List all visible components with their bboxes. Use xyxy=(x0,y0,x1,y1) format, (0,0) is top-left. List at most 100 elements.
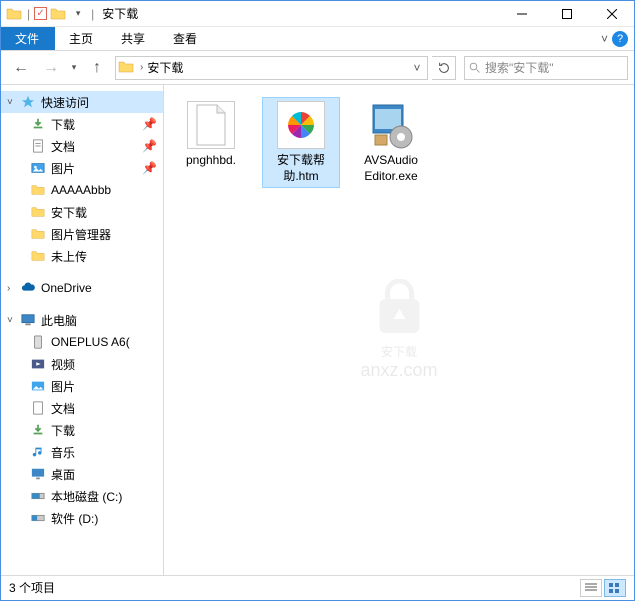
sidebar-this-pc[interactable]: ˅ 此电脑 xyxy=(1,309,163,331)
sidebar-label: 图片管理器 xyxy=(51,226,111,243)
sidebar-documents2[interactable]: 文档 xyxy=(1,397,163,419)
sidebar-documents[interactable]: 文档 📌 xyxy=(1,135,163,157)
file-label: pnghhbd. xyxy=(186,153,236,169)
tab-file[interactable]: 文件 xyxy=(1,27,55,50)
sidebar-label: AAAAAbbb xyxy=(51,183,111,197)
sidebar-downloads[interactable]: 下载 📌 xyxy=(1,113,163,135)
sidebar-label: 图片 xyxy=(51,378,75,395)
search-icon xyxy=(469,62,481,74)
tab-home[interactable]: 主页 xyxy=(55,27,107,50)
sidebar-pictures[interactable]: 图片 📌 xyxy=(1,157,163,179)
pin-icon: 📌 xyxy=(142,117,157,131)
file-thumb-blank xyxy=(187,101,235,149)
up-button[interactable]: ↑ xyxy=(83,55,111,81)
disk-icon xyxy=(29,509,47,527)
sidebar-folder-anxz[interactable]: 安下载 xyxy=(1,201,163,223)
file-item-png[interactable]: pnghhbd. xyxy=(172,97,250,173)
sidebar-folder-noupload[interactable]: 未上传 xyxy=(1,245,163,267)
sidebar-label: 桌面 xyxy=(51,466,75,483)
minimize-button[interactable] xyxy=(499,1,544,27)
sidebar-label: 文档 xyxy=(51,138,75,155)
sidebar-quick-access[interactable]: ˅ 快速访问 xyxy=(1,91,163,113)
document-icon xyxy=(29,137,47,155)
addr-dropdown-icon[interactable]: ˅ xyxy=(409,61,425,75)
sidebar-disk-c[interactable]: 本地磁盘 (C:) xyxy=(1,485,163,507)
sidebar-label: 下载 xyxy=(51,422,75,439)
ribbon: 文件 主页 共享 查看 ˅ ? xyxy=(1,27,634,51)
sidebar: ˅ 快速访问 下载 📌 文档 📌 图片 📌 AAAAAbbb 安下载 xyxy=(1,85,164,575)
status-item-count: 3 个项目 xyxy=(9,579,55,596)
sidebar-label: 此电脑 xyxy=(41,312,77,329)
main: ˅ 快速访问 下载 📌 文档 📌 图片 📌 AAAAAbbb 安下载 xyxy=(1,85,634,575)
file-label: 安下载帮助.htm xyxy=(277,153,325,184)
file-item-exe[interactable]: AVSAudioEditor.exe xyxy=(352,97,430,188)
sidebar-label: 安下载 xyxy=(51,204,87,221)
folder-icon xyxy=(29,225,47,243)
folder-icon xyxy=(5,5,23,23)
maximize-button[interactable] xyxy=(544,1,589,27)
sidebar-pictures2[interactable]: 图片 xyxy=(1,375,163,397)
back-button[interactable]: ← xyxy=(7,55,35,81)
checkbox-icon[interactable]: ✓ xyxy=(34,7,47,20)
download-icon xyxy=(29,421,47,439)
sidebar-desktop[interactable]: 桌面 xyxy=(1,463,163,485)
sidebar-downloads2[interactable]: 下载 xyxy=(1,419,163,441)
sidebar-label: OneDrive xyxy=(41,281,92,295)
document-icon xyxy=(29,399,47,417)
address-bar[interactable]: › 安下载 ˅ xyxy=(115,56,428,80)
close-button[interactable] xyxy=(589,1,634,27)
statusbar: 3 个项目 xyxy=(1,575,634,599)
addr-chevron-icon[interactable]: › xyxy=(140,62,143,73)
pin-icon: 📌 xyxy=(142,139,157,153)
help-icon[interactable]: ? xyxy=(612,31,628,47)
search-placeholder: 搜索"安下载" xyxy=(485,59,554,76)
file-label: AVSAudioEditor.exe xyxy=(364,153,418,184)
expand-icon[interactable]: › xyxy=(7,283,19,294)
address-segment[interactable]: 安下载 xyxy=(147,59,409,76)
window-title: 安下载 xyxy=(102,5,138,22)
sidebar-label: 视频 xyxy=(51,356,75,373)
tab-share[interactable]: 共享 xyxy=(107,27,159,50)
music-icon xyxy=(29,443,47,461)
folder-icon xyxy=(29,247,47,265)
qat-sep2: | xyxy=(91,7,94,21)
expand-icon[interactable]: ˅ xyxy=(7,315,19,326)
sidebar-label: ONEPLUS A6( xyxy=(51,335,130,349)
sidebar-folder-a[interactable]: AAAAAbbb xyxy=(1,179,163,201)
forward-button[interactable]: → xyxy=(37,55,65,81)
sidebar-onedrive[interactable]: › OneDrive xyxy=(1,277,163,299)
sidebar-music[interactable]: 音乐 xyxy=(1,441,163,463)
view-icons-button[interactable] xyxy=(604,579,626,597)
titlebar: | ✓ ▾ | 安下载 xyxy=(1,1,634,27)
video-icon xyxy=(29,355,47,373)
qat-dropdown-icon[interactable]: ▾ xyxy=(69,5,87,23)
sidebar-label: 文档 xyxy=(51,400,75,417)
folder-icon xyxy=(29,181,47,199)
sidebar-videos[interactable]: 视频 xyxy=(1,353,163,375)
navbar: ← → ▾ ↑ › 安下载 ˅ 搜索"安下载" xyxy=(1,51,634,85)
ribbon-expand-icon[interactable]: ˅ xyxy=(601,32,608,46)
file-area[interactable]: pnghhbd. 安下载帮助.htm AVSAudioEditor.exe 安下… xyxy=(164,85,634,575)
sidebar-label: 音乐 xyxy=(51,444,75,461)
cloud-icon xyxy=(19,279,37,297)
sidebar-folder-picmgr[interactable]: 图片管理器 xyxy=(1,223,163,245)
refresh-button[interactable] xyxy=(432,56,456,80)
watermark: 安下载 anxz.com xyxy=(360,279,437,381)
recent-dropdown[interactable]: ▾ xyxy=(67,55,81,81)
expand-icon[interactable]: ˅ xyxy=(7,97,19,108)
sidebar-oneplus[interactable]: ONEPLUS A6( xyxy=(1,331,163,353)
disk-icon xyxy=(29,487,47,505)
folder-icon xyxy=(118,59,136,77)
sidebar-label: 未上传 xyxy=(51,248,87,265)
file-item-htm[interactable]: 安下载帮助.htm xyxy=(262,97,340,188)
star-icon xyxy=(19,93,37,111)
view-details-button[interactable] xyxy=(580,579,602,597)
tab-view[interactable]: 查看 xyxy=(159,27,211,50)
pin-icon: 📌 xyxy=(142,161,157,175)
search-input[interactable]: 搜索"安下载" xyxy=(464,56,628,80)
file-thumb-htm xyxy=(277,101,325,149)
sidebar-disk-d[interactable]: 软件 (D:) xyxy=(1,507,163,529)
ribbon-help: ˅ ? xyxy=(601,27,634,50)
picture-icon xyxy=(29,159,47,177)
file-thumb-exe xyxy=(367,101,415,149)
